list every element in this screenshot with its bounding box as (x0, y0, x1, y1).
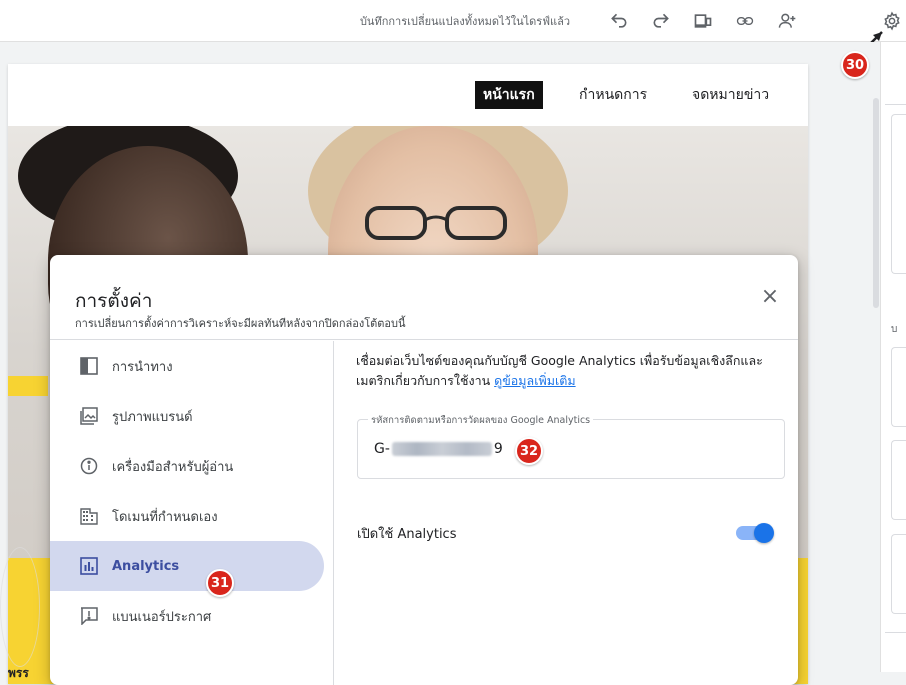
sidebar-item-label: แบนเนอร์ประกาศ (112, 609, 212, 625)
sidebar-item-label: การนำทาง (112, 359, 173, 375)
analytics-icon (78, 555, 100, 577)
info-icon (78, 455, 100, 477)
scrollbar[interactable] (873, 98, 879, 308)
close-button[interactable]: × (756, 282, 784, 310)
sidebar-item-announcement-banner[interactable]: แบนเนอร์ประกาศ (50, 591, 324, 641)
right-side-panel: บ (873, 42, 906, 672)
enable-analytics-toggle[interactable] (734, 522, 776, 544)
share-icon[interactable] (771, 5, 803, 37)
sidebar-item-label: เครื่องมือสำหรับผู้อ่าน (112, 459, 234, 475)
learn-more-link[interactable]: ดูข้อมูลเพิ่มเติม (494, 373, 575, 388)
save-status-text: บันทึกการเปลี่ยนแปลงทั้งหมดไว้ในไดรฟ์แล้… (359, 15, 570, 28)
analytics-description: เชื่อมต่อเว็บไซต์ของคุณกับบัญชี Google A… (356, 351, 786, 391)
tracking-id-value[interactable]: G- 9 (374, 441, 503, 457)
sidebar-item-reader-tools[interactable]: เครื่องมือสำหรับผู้อ่าน (50, 441, 324, 491)
dialog-title: การตั้งค่า (75, 290, 153, 312)
sidebar-item-analytics[interactable]: Analytics (50, 541, 324, 591)
toggle-knob (754, 523, 774, 543)
domain-icon (78, 505, 100, 527)
announcement-icon (78, 605, 100, 627)
nav-home[interactable]: หน้าแรก (475, 81, 543, 109)
panel-label: บ (891, 324, 898, 335)
panel-divider (885, 632, 906, 633)
dialog-header: การตั้งค่า การเปลี่ยนการตั้งค่าการวิเครา… (50, 255, 798, 340)
tracking-id-field[interactable]: รหัสการติดตามหรือการวัดผลของ Google Anal… (357, 413, 785, 479)
navigation-icon (78, 355, 100, 377)
sidebar-item-label: โดเมนที่กำหนดเอง (112, 509, 218, 525)
redacted-value (391, 442, 492, 456)
nav-schedule[interactable]: กำหนดการ (571, 81, 655, 109)
step-badge-31: 31 (206, 569, 234, 597)
panel-card[interactable] (891, 440, 906, 520)
tracking-id-prefix: G- (374, 441, 390, 457)
tracking-id-label: รหัสการติดตามหรือการวัดผลของ Google Anal… (368, 413, 594, 428)
site-navigation: หน้าแรก กำหนดการ จดหมายข่าว (8, 64, 808, 126)
dialog-subtitle: การเปลี่ยนการตั้งค่าการวิเคราะห์จะมีผลทั… (75, 317, 406, 330)
undo-icon[interactable] (603, 5, 635, 37)
sidebar-item-navigation[interactable]: การนำทาง (50, 341, 324, 391)
step-badge-30: 30 (841, 51, 869, 79)
analytics-settings-panel: เชื่อมต่อเว็บไซต์ของคุณกับบัญชี Google A… (342, 341, 785, 685)
sidebar-item-custom-domain[interactable]: โดเมนที่กำหนดเอง (50, 491, 324, 541)
sidebar-item-label: รูปภาพแบรนด์ (112, 409, 193, 425)
top-toolbar: บันทึกการเปลี่ยนแปลงทั้งหมดไว้ในไดรฟ์แล้… (0, 0, 906, 53)
hero-yellow-strip (8, 376, 48, 396)
hero-photo-glasses (365, 206, 507, 240)
settings-dialog: การตั้งค่า การเปลี่ยนการตั้งค่าการวิเครา… (50, 255, 798, 685)
link-icon[interactable] (729, 5, 761, 37)
settings-sidebar: การนำทาง รูปภาพแบรนด์ เครื่องมือสำหรับผู… (50, 341, 334, 685)
panel-card[interactable] (891, 347, 906, 427)
preview-icon[interactable] (687, 5, 719, 37)
sidebar-item-brand-images[interactable]: รูปภาพแบรนด์ (50, 391, 324, 441)
enable-analytics-label: เปิดใช้ Analytics (357, 527, 457, 542)
sidebar-item-label: Analytics (112, 558, 180, 574)
panel-card[interactable] (891, 534, 906, 614)
nav-newsletter[interactable]: จดหมายข่าว (684, 81, 777, 109)
tracking-id-suffix: 9 (493, 441, 503, 457)
watermark-arc (0, 547, 40, 667)
panel-divider (885, 104, 906, 105)
step-badge-32: 32 (515, 437, 543, 465)
redo-icon[interactable] (645, 5, 677, 37)
image-icon (78, 405, 100, 427)
panel-card[interactable] (891, 114, 906, 274)
